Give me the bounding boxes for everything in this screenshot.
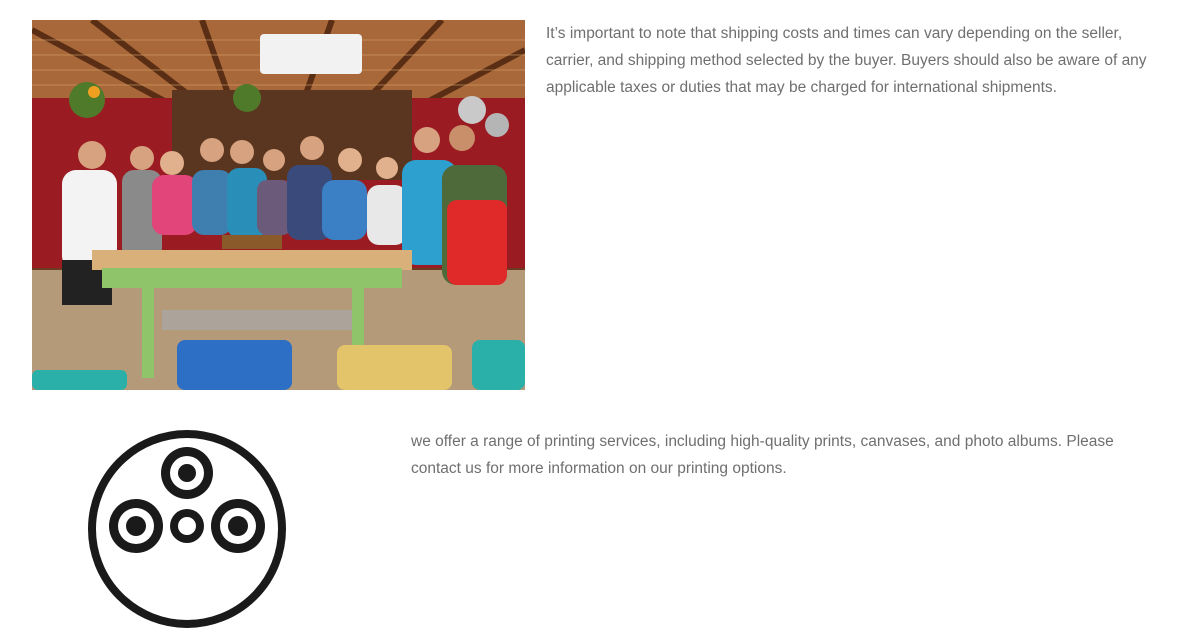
printing-services-text: we offer a range of printing services, i… (411, 433, 1114, 477)
group-photo (32, 20, 525, 390)
shipping-info-text: It’s important to note that shipping cos… (546, 25, 1147, 96)
film-reel-icon (86, 428, 288, 630)
